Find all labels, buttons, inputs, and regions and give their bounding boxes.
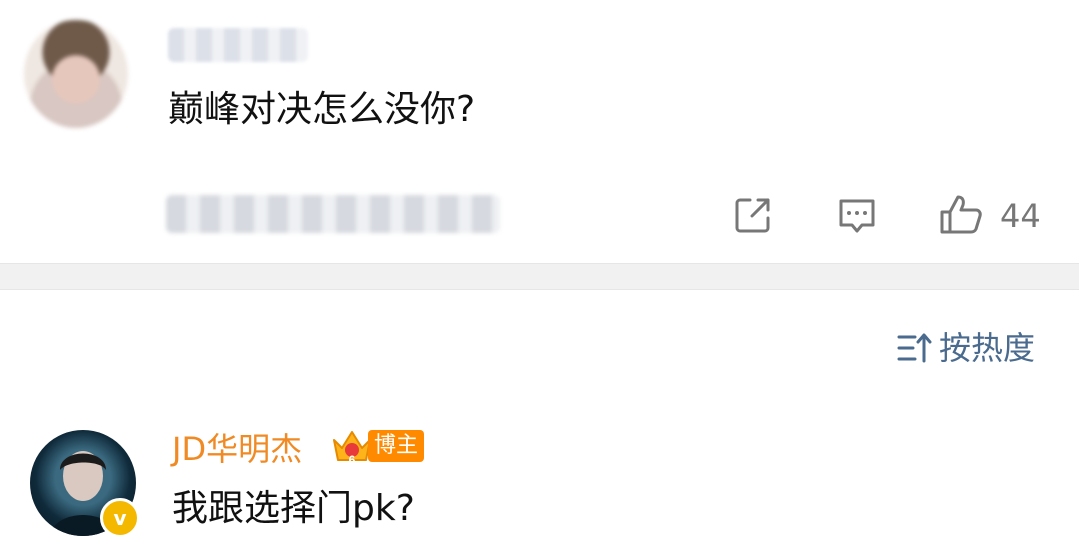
verified-mark: v [113, 506, 127, 530]
section-divider [0, 263, 1079, 290]
post-meta-blurred [166, 195, 500, 233]
sort-by-hot-button[interactable]: 按热度 [897, 328, 1035, 368]
verified-icon: v [100, 498, 140, 538]
share-icon[interactable] [732, 194, 774, 236]
post-comment-text: 巅峰对决怎么没你? [168, 89, 476, 130]
sort-icon [897, 333, 932, 363]
badge-label: 博主 [368, 430, 425, 462]
post-author-avatar[interactable] [24, 20, 128, 128]
reply-author-name[interactable]: JD华明杰 [172, 428, 302, 470]
post-author-name-blurred[interactable] [168, 28, 308, 62]
like-icon[interactable] [938, 192, 984, 236]
blogger-badge[interactable]: 6 博主 [330, 426, 425, 466]
badge-level: 6 [349, 453, 356, 466]
like-count: 44 [1000, 197, 1041, 235]
reply-comment-text: 我跟选择门pk? [172, 488, 415, 529]
comment-icon[interactable] [836, 196, 878, 236]
sort-label: 按热度 [938, 329, 1035, 367]
